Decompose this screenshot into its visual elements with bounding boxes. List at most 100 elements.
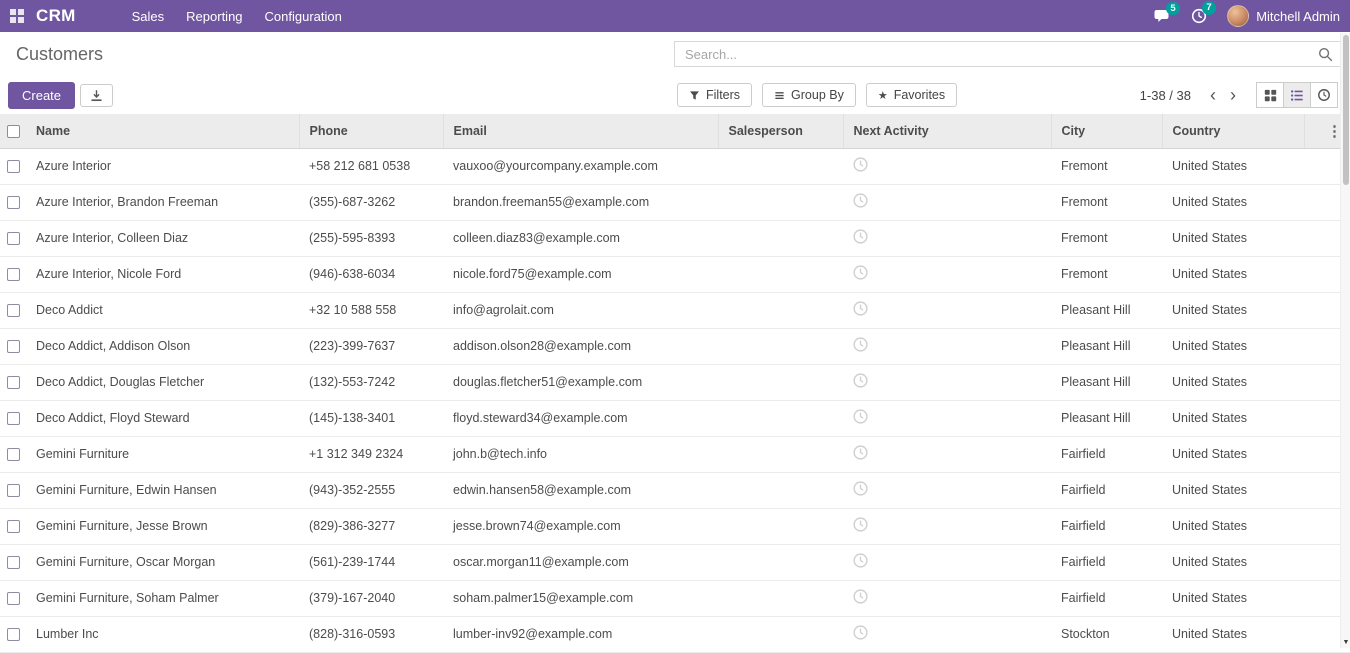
table-row[interactable]: Deco Addict, Floyd Steward (145)-138-340… — [0, 400, 1350, 436]
next-activity-clock-icon[interactable] — [853, 409, 868, 424]
row-checkbox-cell — [0, 148, 26, 184]
cell-city: Pleasant Hill — [1051, 292, 1162, 328]
column-header-country[interactable]: Country — [1162, 114, 1304, 148]
next-activity-clock-icon[interactable] — [853, 265, 868, 280]
next-activity-clock-icon[interactable] — [853, 589, 868, 604]
create-button[interactable]: Create — [8, 82, 75, 109]
cell-next-activity — [843, 472, 1051, 508]
menu-sales[interactable]: Sales — [132, 9, 165, 24]
cell-email: douglas.fletcher51@example.com — [443, 364, 718, 400]
activity-view-icon[interactable] — [1310, 82, 1338, 108]
row-checkbox[interactable] — [7, 448, 20, 461]
favorites-button[interactable]: ★ Favorites — [866, 83, 957, 107]
cell-country: United States — [1162, 184, 1304, 220]
next-activity-clock-icon[interactable] — [853, 157, 868, 172]
cell-name: Deco Addict — [26, 292, 299, 328]
cell-name: Lumber Inc — [26, 616, 299, 652]
row-checkbox[interactable] — [7, 376, 20, 389]
cell-salesperson — [718, 292, 843, 328]
row-checkbox[interactable] — [7, 628, 20, 641]
row-checkbox[interactable] — [7, 484, 20, 497]
table-body: Azure Interior +58 212 681 0538 vauxoo@y… — [0, 148, 1350, 652]
next-activity-clock-icon[interactable] — [853, 193, 868, 208]
row-checkbox[interactable] — [7, 592, 20, 605]
menu-reporting[interactable]: Reporting — [186, 9, 242, 24]
scrollbar-thumb[interactable] — [1343, 35, 1349, 185]
cell-phone: (561)-239-1744 — [299, 544, 443, 580]
table-row[interactable]: Azure Interior, Colleen Diaz (255)-595-8… — [0, 220, 1350, 256]
messages-menu-icon[interactable]: 5 — [1154, 9, 1171, 24]
cell-city: Fairfield — [1051, 580, 1162, 616]
cell-phone: (828)-316-0593 — [299, 616, 443, 652]
next-activity-clock-icon[interactable] — [853, 553, 868, 568]
cell-next-activity — [843, 400, 1051, 436]
next-activity-clock-icon[interactable] — [853, 625, 868, 640]
next-activity-clock-icon[interactable] — [853, 481, 868, 496]
table-row[interactable]: Lumber Inc (828)-316-0593 lumber-inv92@e… — [0, 616, 1350, 652]
select-all-checkbox[interactable] — [7, 125, 20, 138]
select-all-cell — [0, 114, 26, 148]
group-by-button[interactable]: Group By — [762, 83, 856, 107]
row-checkbox[interactable] — [7, 556, 20, 569]
next-activity-clock-icon[interactable] — [853, 229, 868, 244]
app-title[interactable]: CRM — [36, 6, 76, 26]
column-header-salesperson[interactable]: Salesperson — [718, 114, 843, 148]
table-row[interactable]: Deco Addict, Douglas Fletcher (132)-553-… — [0, 364, 1350, 400]
table-row[interactable]: Azure Interior, Brandon Freeman (355)-68… — [0, 184, 1350, 220]
row-checkbox[interactable] — [7, 196, 20, 209]
table-row[interactable]: Gemini Furniture, Oscar Morgan (561)-239… — [0, 544, 1350, 580]
cell-phone: (255)-595-8393 — [299, 220, 443, 256]
star-icon: ★ — [878, 89, 888, 102]
row-checkbox[interactable] — [7, 412, 20, 425]
menu-configuration[interactable]: Configuration — [265, 9, 342, 24]
column-header-email[interactable]: Email — [443, 114, 718, 148]
cell-country: United States — [1162, 544, 1304, 580]
table-row[interactable]: Azure Interior +58 212 681 0538 vauxoo@y… — [0, 148, 1350, 184]
table-row[interactable]: Gemini Furniture, Jesse Brown (829)-386-… — [0, 508, 1350, 544]
apps-menu-icon[interactable] — [10, 9, 24, 23]
cell-email: vauxoo@yourcompany.example.com — [443, 148, 718, 184]
search-input[interactable] — [683, 46, 1318, 63]
search-icon[interactable] — [1318, 47, 1333, 62]
table-row[interactable]: Gemini Furniture +1 312 349 2324 john.b@… — [0, 436, 1350, 472]
filter-icon — [689, 90, 700, 101]
cell-salesperson — [718, 148, 843, 184]
table-row[interactable]: Deco Addict, Addison Olson (223)-399-763… — [0, 328, 1350, 364]
filters-button[interactable]: Filters — [677, 83, 752, 107]
column-header-city[interactable]: City — [1051, 114, 1162, 148]
row-checkbox[interactable] — [7, 232, 20, 245]
row-checkbox[interactable] — [7, 304, 20, 317]
pager-previous-icon[interactable]: ‹ — [1203, 86, 1223, 104]
row-checkbox[interactable] — [7, 268, 20, 281]
cell-country: United States — [1162, 148, 1304, 184]
customers-table: Name Phone Email Salesperson Next Activi… — [0, 114, 1350, 653]
column-header-phone[interactable]: Phone — [299, 114, 443, 148]
next-activity-clock-icon[interactable] — [853, 445, 868, 460]
cell-phone: +58 212 681 0538 — [299, 148, 443, 184]
next-activity-clock-icon[interactable] — [853, 337, 868, 352]
export-icon[interactable] — [80, 84, 113, 107]
table-row[interactable]: Gemini Furniture, Soham Palmer (379)-167… — [0, 580, 1350, 616]
table-row[interactable]: Azure Interior, Nicole Ford (946)-638-60… — [0, 256, 1350, 292]
next-activity-clock-icon[interactable] — [853, 301, 868, 316]
next-activity-clock-icon[interactable] — [853, 517, 868, 532]
pager-next-icon[interactable]: › — [1223, 86, 1243, 104]
cell-phone: (946)-638-6034 — [299, 256, 443, 292]
user-menu[interactable]: Mitchell Admin — [1227, 5, 1340, 27]
column-header-next-activity[interactable]: Next Activity — [843, 114, 1051, 148]
messages-badge: 5 — [1166, 2, 1180, 16]
kanban-view-icon[interactable] — [1256, 82, 1284, 108]
row-checkbox[interactable] — [7, 340, 20, 353]
table-row[interactable]: Gemini Furniture, Edwin Hansen (943)-352… — [0, 472, 1350, 508]
scrollbar-down-icon[interactable]: ▼ — [1341, 639, 1350, 646]
row-checkbox[interactable] — [7, 160, 20, 173]
column-header-name[interactable]: Name — [26, 114, 299, 148]
table-row[interactable]: Deco Addict +32 10 588 558 info@agrolait… — [0, 292, 1350, 328]
row-checkbox-cell — [0, 364, 26, 400]
list-view-icon[interactable] — [1283, 82, 1311, 108]
next-activity-clock-icon[interactable] — [853, 373, 868, 388]
filters-label: Filters — [706, 88, 740, 102]
cell-name: Deco Addict, Floyd Steward — [26, 400, 299, 436]
activities-menu-icon[interactable]: 7 — [1191, 8, 1207, 24]
row-checkbox[interactable] — [7, 520, 20, 533]
